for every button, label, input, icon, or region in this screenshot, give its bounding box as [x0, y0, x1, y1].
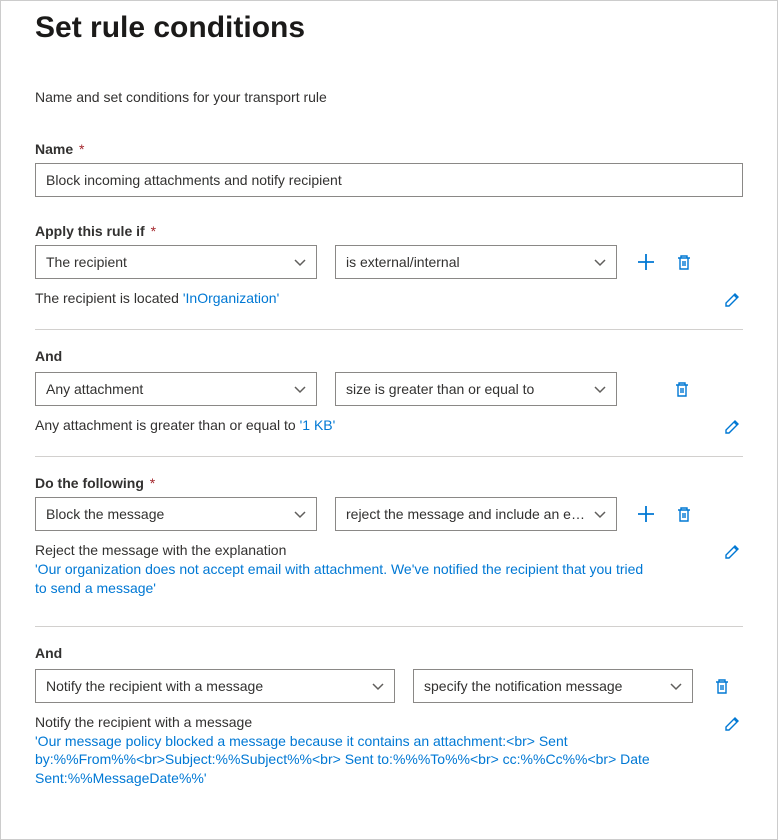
edit-condition-button[interactable]: [721, 289, 743, 311]
name-input[interactable]: [35, 163, 743, 197]
do-following-dropdown-1[interactable]: Block the message: [35, 497, 317, 531]
edit-action-button[interactable]: [721, 713, 743, 735]
do-following-label: Do the following *: [35, 475, 743, 491]
chevron-down-icon: [372, 681, 384, 691]
and1-dropdown-2[interactable]: size is greater than or equal to: [335, 372, 617, 406]
edit-condition-button[interactable]: [721, 416, 743, 438]
and-label-1: And: [35, 348, 743, 364]
and1-dropdown-1[interactable]: Any attachment: [35, 372, 317, 406]
name-label: Name *: [35, 141, 743, 157]
delete-condition-button[interactable]: [673, 251, 695, 273]
divider: [35, 329, 743, 330]
apply-if-label: Apply this rule if *: [35, 223, 743, 239]
chevron-down-icon: [294, 384, 306, 394]
chevron-down-icon: [294, 257, 306, 267]
chevron-down-icon: [670, 681, 682, 691]
do-following-dropdown-2[interactable]: reject the message and include an exp...: [335, 497, 617, 531]
delete-action-button[interactable]: [711, 675, 733, 697]
and2-summary: Notify the recipient with a message 'Our…: [35, 713, 655, 789]
page-title: Set rule conditions: [35, 11, 743, 45]
delete-action-button[interactable]: [673, 503, 695, 525]
apply-if-dropdown-2[interactable]: is external/internal: [335, 245, 617, 279]
divider: [35, 626, 743, 627]
divider: [35, 456, 743, 457]
chevron-down-icon: [594, 509, 606, 519]
and2-dropdown-1[interactable]: Notify the recipient with a message: [35, 669, 395, 703]
add-action-button[interactable]: [635, 503, 657, 525]
page-subtitle: Name and set conditions for your transpo…: [35, 89, 743, 105]
apply-if-dropdown-1[interactable]: The recipient: [35, 245, 317, 279]
and-label-2: And: [35, 645, 743, 661]
chevron-down-icon: [294, 509, 306, 519]
chevron-down-icon: [594, 384, 606, 394]
delete-condition-button[interactable]: [671, 378, 693, 400]
and1-summary: Any attachment is greater than or equal …: [35, 416, 655, 435]
apply-if-summary: The recipient is located 'InOrganization…: [35, 289, 655, 308]
edit-action-button[interactable]: [721, 541, 743, 563]
chevron-down-icon: [594, 257, 606, 267]
add-condition-button[interactable]: [635, 251, 657, 273]
do-following-summary: Reject the message with the explanation …: [35, 541, 655, 598]
and2-dropdown-2[interactable]: specify the notification message: [413, 669, 693, 703]
